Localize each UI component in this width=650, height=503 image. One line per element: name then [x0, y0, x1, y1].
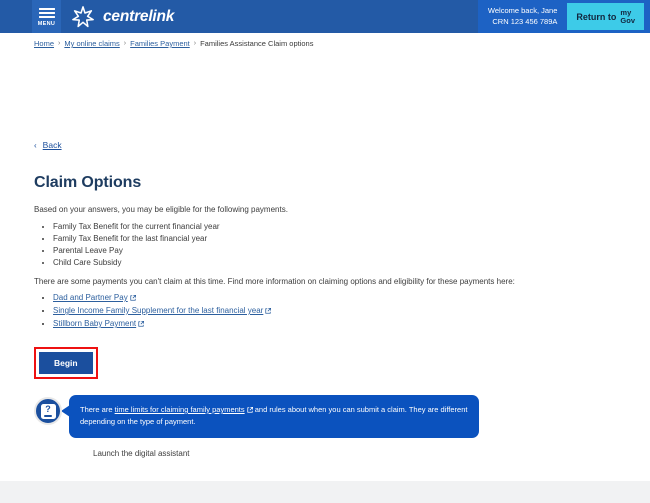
- page-title: Claim Options: [34, 174, 142, 191]
- question-mark-assistant-icon[interactable]: ?: [34, 397, 62, 425]
- external-link-icon: [130, 294, 136, 301]
- assistant-screen-base: [44, 415, 52, 417]
- begin-button[interactable]: Begin: [39, 352, 93, 374]
- main-content: ‹ Back Claim Options Based on your answe…: [0, 54, 650, 458]
- site-header: MENU centrelink Welcome back, Jane CRN 1…: [0, 0, 650, 33]
- crn-number: CRN 123 456 789A: [492, 16, 558, 26]
- breadcrumb-item-families-payment[interactable]: Families Payment: [130, 39, 190, 48]
- link-stillborn-baby-payment[interactable]: Stillborn Baby Payment: [53, 319, 136, 328]
- hamburger-icon: [38, 7, 55, 20]
- link-single-income-family-supplement[interactable]: Single Income Family Supplement for the …: [53, 306, 263, 315]
- breadcrumb: Home › My online claims › Families Payme…: [0, 33, 650, 54]
- mygov-gov: Gov: [620, 15, 635, 25]
- link-label: Stillborn Baby Payment: [53, 319, 137, 328]
- mygov-wordmark: my Gov: [620, 9, 635, 25]
- brand-name: centrelink: [103, 7, 175, 25]
- back-link[interactable]: ‹ Back: [34, 140, 62, 150]
- assistant-screen: ?: [40, 403, 56, 419]
- assistant-speech-bubble: There are time limits for claiming famil…: [69, 395, 479, 438]
- link-dad-and-partner-pay[interactable]: Dad and Partner Pay: [53, 293, 128, 302]
- menu-button-label: MENU: [37, 20, 56, 27]
- list-item: Dad and Partner Pay: [53, 293, 616, 302]
- breadcrumb-item-current: Families Assistance Claim options: [200, 39, 314, 48]
- list-item: Child Care Subsidy: [53, 258, 616, 267]
- list-item: Single Income Family Supplement for the …: [53, 306, 616, 315]
- link-label: Dad and Partner Pay: [53, 293, 128, 302]
- speech-bubble-tail: [61, 405, 70, 417]
- commonwealth-star-icon: [72, 5, 94, 27]
- chevron-left-icon: ‹: [34, 140, 37, 150]
- link-time-limits-for-claiming-family-payments[interactable]: time limits for claiming family payments: [115, 405, 245, 414]
- return-to-mygov-button[interactable]: Return to my Gov: [567, 3, 644, 30]
- link-label: Single Income Family Supplement for the …: [53, 306, 264, 315]
- unavailable-payments-paragraph: There are some payments you can't claim …: [34, 277, 515, 286]
- breadcrumb-item-home[interactable]: Home: [34, 39, 54, 48]
- menu-button[interactable]: MENU: [32, 0, 61, 33]
- welcome-name: Welcome back, Jane: [487, 6, 558, 16]
- list-item: Family Tax Benefit for the last financia…: [53, 234, 616, 243]
- brand-logo[interactable]: centrelink: [61, 0, 174, 33]
- external-link-icon: [247, 406, 253, 413]
- footer-strip: [0, 481, 650, 503]
- header-user-area: Welcome back, Jane CRN 123 456 789A Retu…: [477, 0, 650, 33]
- eligible-payments-list: Family Tax Benefit for the current finan…: [34, 222, 616, 267]
- list-item: Parental Leave Pay: [53, 246, 616, 255]
- back-link-label: Back: [42, 140, 62, 150]
- unavailable-payments-list: Dad and Partner Pay Single Income Family…: [34, 293, 616, 328]
- external-link-icon: [265, 307, 272, 314]
- breadcrumb-separator: ›: [58, 40, 61, 47]
- external-link-icon: [138, 320, 145, 327]
- launch-digital-assistant-label[interactable]: Launch the digital assistant: [93, 449, 616, 458]
- welcome-message: Welcome back, Jane CRN 123 456 789A: [488, 6, 557, 26]
- list-item: Family Tax Benefit for the current finan…: [53, 222, 616, 231]
- breadcrumb-separator: ›: [193, 40, 197, 47]
- bubble-text-before: There are: [80, 405, 115, 414]
- intro-paragraph: Based on your answers, you may be eligib…: [34, 205, 288, 214]
- list-item: Stillborn Baby Payment: [53, 319, 616, 328]
- begin-button-highlight: Begin: [34, 347, 98, 379]
- breadcrumb-separator: ›: [123, 40, 127, 47]
- digital-assistant: ? There are time limits for claiming fam…: [34, 395, 616, 438]
- return-to-mygov-label: Return to: [576, 11, 617, 22]
- breadcrumb-item-my-online-claims[interactable]: My online claims: [64, 39, 119, 48]
- question-mark-glyph: ?: [45, 404, 51, 415]
